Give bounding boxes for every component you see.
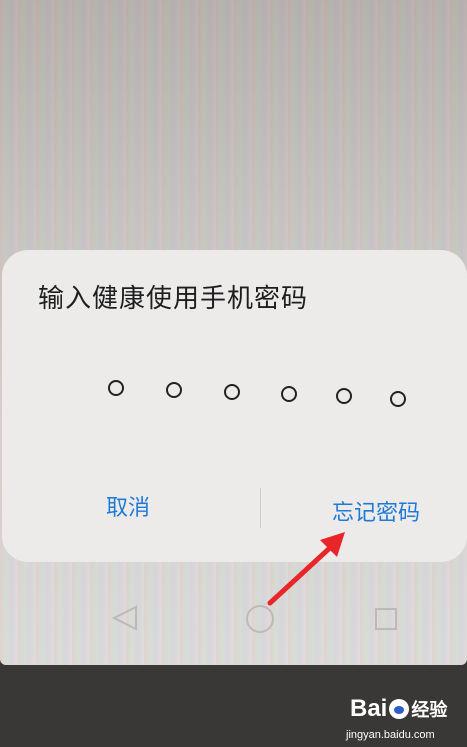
dialog-title: 输入健康使用手机密码	[38, 284, 309, 314]
recents-icon[interactable]	[372, 605, 400, 633]
back-icon[interactable]	[110, 603, 140, 633]
forgot-password-button[interactable]: 忘记密码	[332, 495, 420, 527]
watermark-brand-prefix: Bai	[350, 695, 388, 722]
button-divider	[260, 488, 261, 528]
navigation-bar	[0, 585, 467, 645]
home-icon[interactable]	[244, 603, 276, 635]
paw-icon	[389, 699, 410, 719]
watermark-logo: Bai 经验	[350, 693, 447, 725]
cancel-button[interactable]: 取消	[106, 490, 150, 522]
watermark-brand-suffix: 经验	[411, 700, 448, 720]
watermark-site: jingyan.baidu.com	[346, 729, 435, 741]
